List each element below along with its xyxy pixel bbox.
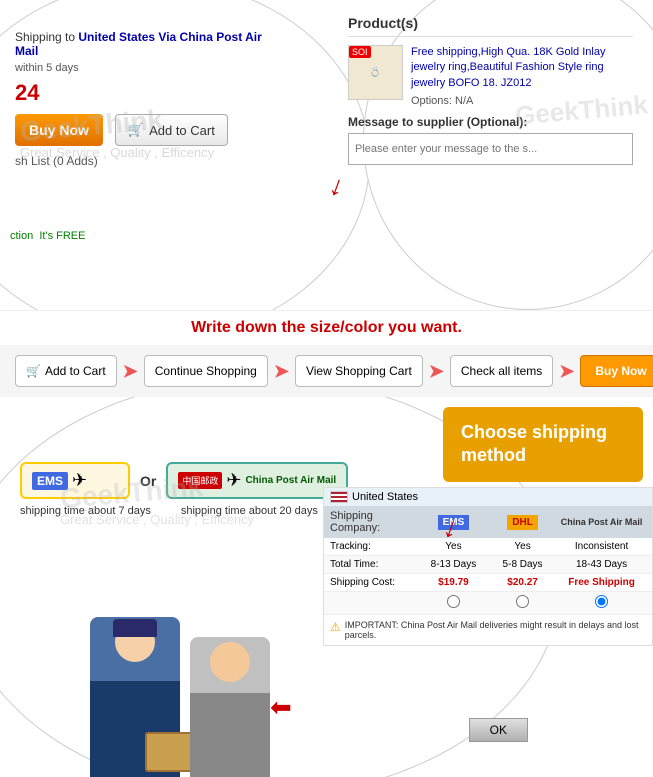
important-icon: ⚠	[330, 620, 341, 634]
cost-china: Free Shipping	[557, 577, 646, 588]
china-post-time: shipping time about 20 days	[181, 505, 318, 517]
buy-now-button[interactable]: Buy Now	[15, 114, 103, 146]
step-arrow-1: ➤	[123, 361, 138, 382]
cost-dhl: $20.27	[488, 577, 557, 588]
table-header-row: Shipping Company: EMS DHL China Post Air…	[324, 506, 652, 538]
table-row-tracking: Tracking: Yes Yes Inconsistent	[324, 538, 652, 556]
radio-ems[interactable]	[419, 595, 488, 611]
message-label: Message to supplier (Optional):	[348, 115, 633, 129]
radio-dhl-input[interactable]	[516, 595, 529, 608]
product-details: Free shipping,High Qua. 18K Gold Inlay j…	[411, 45, 633, 107]
step-arrow-2: ➤	[274, 361, 289, 382]
continue-shopping-button[interactable]: Continue Shopping	[144, 355, 268, 387]
product-price: 24	[15, 80, 265, 106]
red-arrow-left: ⬅	[270, 692, 292, 723]
or-separator: Or	[140, 473, 156, 489]
shipping-line: Shipping to United States Via China Post…	[15, 30, 265, 58]
col-header-china: China Post Air Mail	[557, 510, 646, 534]
time-label: Total Time:	[330, 559, 419, 570]
product-image: SOI 💍	[348, 45, 403, 100]
tracking-ems: Yes	[419, 541, 488, 552]
dhl-badge-header: DHL	[507, 515, 538, 530]
check-items-button[interactable]: Check all items	[450, 355, 553, 387]
shipping-table: United States Shipping Company: EMS DHL …	[323, 487, 653, 646]
product-row: SOI 💍 Free shipping,High Qua. 18K Gold I…	[348, 45, 633, 107]
ems-option-box[interactable]: EMS ✈	[20, 462, 130, 499]
important-text: IMPORTANT: China Post Air Mail deliverie…	[345, 620, 646, 640]
shipping-to-label: Shipping to	[15, 30, 75, 44]
top-section: Shipping to United States Via China Post…	[0, 0, 653, 310]
table-row-cost: Shipping Cost: $19.79 $20.27 Free Shippi…	[324, 574, 652, 592]
step-arrow-4: ➤	[559, 361, 574, 382]
table-row-time: Total Time: 8-13 Days 5-8 Days 18-43 Day…	[324, 556, 652, 574]
package	[145, 732, 195, 772]
buy-now-step-button[interactable]: Buy Now	[580, 355, 653, 387]
cart-icon: 🛒	[128, 122, 144, 138]
message-input[interactable]	[348, 133, 633, 165]
col-header-label: Shipping Company:	[330, 510, 419, 534]
female-person	[190, 637, 270, 777]
time-ems: 8-13 Days	[419, 559, 488, 570]
cost-ems: $19.79	[419, 577, 488, 588]
free-shipping-label: Free Shipping	[568, 577, 635, 588]
steps-section: 🛒 Add to Cart ➤ Continue Shopping ➤ View…	[0, 345, 653, 397]
product-badge: SOI	[349, 46, 371, 58]
protection-info: ction It's FREE	[10, 230, 85, 242]
time-dhl: 5-8 Days	[488, 559, 557, 570]
radio-ems-input[interactable]	[447, 595, 460, 608]
add-to-cart-button-top[interactable]: 🛒 Add to Cart	[115, 114, 228, 146]
options-value: N/A	[455, 95, 473, 107]
time-china: 18-43 Days	[557, 559, 646, 570]
important-note: ⚠ IMPORTANT: China Post Air Mail deliver…	[324, 615, 652, 645]
us-flag-icon	[330, 491, 348, 503]
left-panel: Shipping to United States Via China Post…	[0, 0, 280, 178]
ok-button[interactable]: OK	[469, 718, 528, 742]
protection-value: It's FREE	[39, 230, 85, 242]
shipping-days: within 5 days	[15, 62, 265, 74]
main-container: Shipping to United States Via China Post…	[0, 0, 653, 777]
product-title[interactable]: Free shipping,High Qua. 18K Gold Inlay j…	[411, 45, 633, 91]
step-arrow-3: ➤	[429, 361, 444, 382]
hat	[113, 619, 157, 637]
head-female	[210, 642, 250, 682]
cost-label: Shipping Cost:	[330, 577, 419, 588]
protection-label: ction	[10, 230, 33, 242]
radio-china[interactable]	[557, 595, 646, 611]
col-header-dhl: DHL	[488, 510, 557, 534]
tracking-china: Inconsistent	[557, 541, 646, 552]
radio-dhl[interactable]	[488, 595, 557, 611]
china-post-option-box[interactable]: 中国邮政 ✈ China Post Air Mail	[166, 462, 348, 499]
bottom-section: Choose shipping method ↓ GeekThink Great…	[0, 397, 653, 777]
ems-plane-icon: ✈	[72, 470, 87, 491]
male-delivery-person	[90, 617, 180, 777]
product-options: Options: N/A	[411, 95, 633, 107]
china-post-label: China Post Air Mail	[245, 475, 336, 486]
step-add-cart-label: Add to Cart	[45, 364, 106, 378]
country-row: United States	[324, 488, 652, 506]
ems-logo: EMS	[32, 472, 68, 490]
table-row-radio	[324, 592, 652, 615]
choose-shipping-box: Choose shipping method	[443, 407, 643, 482]
write-down-section: Write down the size/color you want.	[0, 310, 653, 345]
cart-icon-step: 🛒	[26, 364, 41, 378]
right-panel: Product(s) SOI 💍 Free shipping,High Qua.…	[333, 0, 653, 175]
step-add-to-cart-button[interactable]: 🛒 Add to Cart	[15, 355, 117, 387]
options-label: Options:	[411, 95, 452, 107]
tracking-label: Tracking:	[330, 541, 419, 552]
wish-list-label: sh List (0 Adds)	[15, 154, 265, 168]
product-header: Product(s)	[348, 15, 633, 37]
radio-china-input[interactable]	[595, 595, 608, 608]
china-post-logo: 中国邮政	[178, 472, 222, 489]
delivery-people	[50, 597, 310, 777]
radio-spacer	[330, 595, 419, 611]
view-cart-button[interactable]: View Shopping Cart	[295, 355, 423, 387]
tracking-dhl: Yes	[488, 541, 557, 552]
add-cart-label: Add to Cart	[149, 123, 215, 138]
china-post-plane-icon: ✈	[226, 470, 241, 491]
ems-time: shipping time about 7 days	[20, 505, 151, 517]
country-name: United States	[352, 491, 418, 503]
